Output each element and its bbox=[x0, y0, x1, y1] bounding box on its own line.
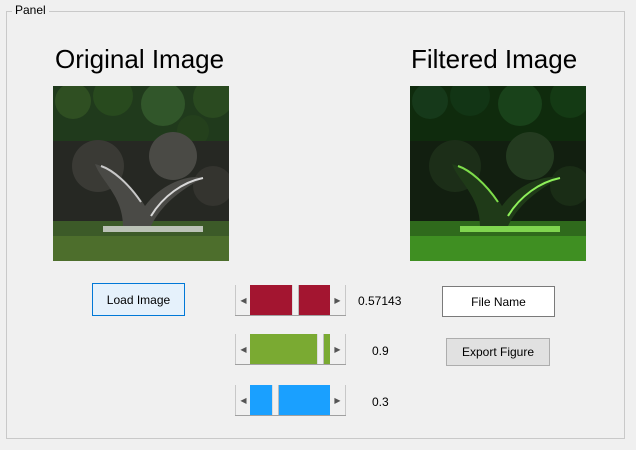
file-name-field[interactable]: File Name bbox=[442, 286, 555, 317]
slider-track[interactable] bbox=[250, 285, 331, 315]
original-image-title: Original Image bbox=[55, 44, 225, 74]
load-image-button[interactable]: Load Image bbox=[92, 283, 185, 316]
green-slider-value: 0.9 bbox=[372, 344, 389, 358]
filtered-image-title: Filtered Image bbox=[411, 44, 578, 74]
green-slider[interactable]: ◀ ▶ bbox=[235, 334, 346, 365]
slider-left-arrow-icon[interactable]: ◀ bbox=[235, 285, 251, 315]
export-figure-button[interactable]: Export Figure bbox=[446, 338, 550, 366]
blue-slider-value: 0.3 bbox=[372, 395, 389, 409]
slider-track[interactable] bbox=[250, 334, 331, 364]
slider-thumb[interactable] bbox=[317, 334, 324, 364]
slider-track[interactable] bbox=[250, 385, 331, 415]
slider-thumb[interactable] bbox=[292, 285, 299, 315]
slider-left-arrow-icon[interactable]: ◀ bbox=[235, 334, 251, 364]
slider-right-arrow-icon[interactable]: ▶ bbox=[330, 285, 346, 315]
red-slider[interactable]: ◀ ▶ bbox=[235, 285, 346, 316]
original-image bbox=[53, 86, 229, 261]
slider-right-arrow-icon[interactable]: ▶ bbox=[330, 385, 346, 415]
slider-right-arrow-icon[interactable]: ▶ bbox=[330, 334, 346, 364]
blue-slider[interactable]: ◀ ▶ bbox=[235, 385, 346, 416]
filtered-image bbox=[410, 86, 586, 261]
red-slider-value: 0.57143 bbox=[358, 294, 402, 308]
slider-left-arrow-icon[interactable]: ◀ bbox=[235, 385, 251, 415]
panel-title: Panel bbox=[12, 3, 49, 17]
slider-thumb[interactable] bbox=[272, 385, 279, 415]
